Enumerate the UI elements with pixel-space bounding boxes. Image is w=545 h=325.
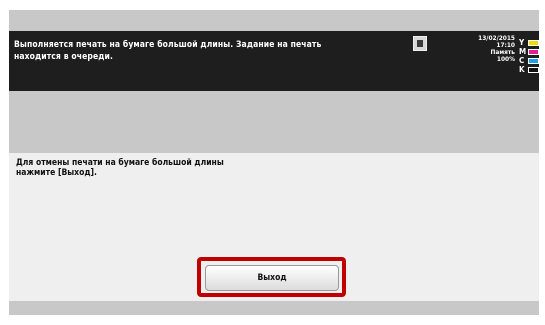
printer-job-icon[interactable] (413, 36, 427, 51)
top-bar (9, 10, 539, 31)
status-bar: Выполняется печать на бумаге большой дли… (9, 31, 539, 91)
toner-letter-k: K (519, 65, 525, 74)
toner-c: C (519, 56, 539, 65)
panel-message-line2: нажмите [Выход]. (16, 168, 97, 178)
toner-m: M (519, 47, 539, 56)
toner-letter-m: M (519, 47, 527, 56)
empty-area (9, 91, 539, 153)
panel-message-line1: Для отмены печати на бумаге большой длин… (16, 158, 224, 168)
toner-levels: Y M C K (519, 38, 539, 74)
bottom-strip (9, 301, 539, 315)
toner-y: Y (519, 38, 539, 47)
toner-bar-c (528, 58, 539, 64)
toner-bar-y (528, 40, 539, 46)
toner-bar-m (528, 49, 539, 55)
panel-message: Для отмены печати на бумаге большой длин… (16, 158, 416, 178)
info-block: 13/02/2015 17:10 Память 100% (459, 35, 515, 63)
toner-letter-y: Y (519, 38, 525, 47)
toner-k: K (519, 65, 539, 74)
memory-value: 100% (496, 55, 515, 63)
exit-button[interactable]: Выход (205, 265, 339, 291)
toner-letter-c: C (519, 56, 525, 65)
status-message-line2: находится в очереди. (14, 52, 113, 62)
toner-bar-k (528, 67, 539, 73)
status-message: Выполняется печать на бумаге большой дли… (14, 39, 394, 63)
message-panel: Для отмены печати на бумаге большой длин… (9, 153, 539, 301)
status-message-line1: Выполняется печать на бумаге большой дли… (14, 40, 322, 50)
device-screen: Выполняется печать на бумаге большой дли… (9, 10, 539, 315)
